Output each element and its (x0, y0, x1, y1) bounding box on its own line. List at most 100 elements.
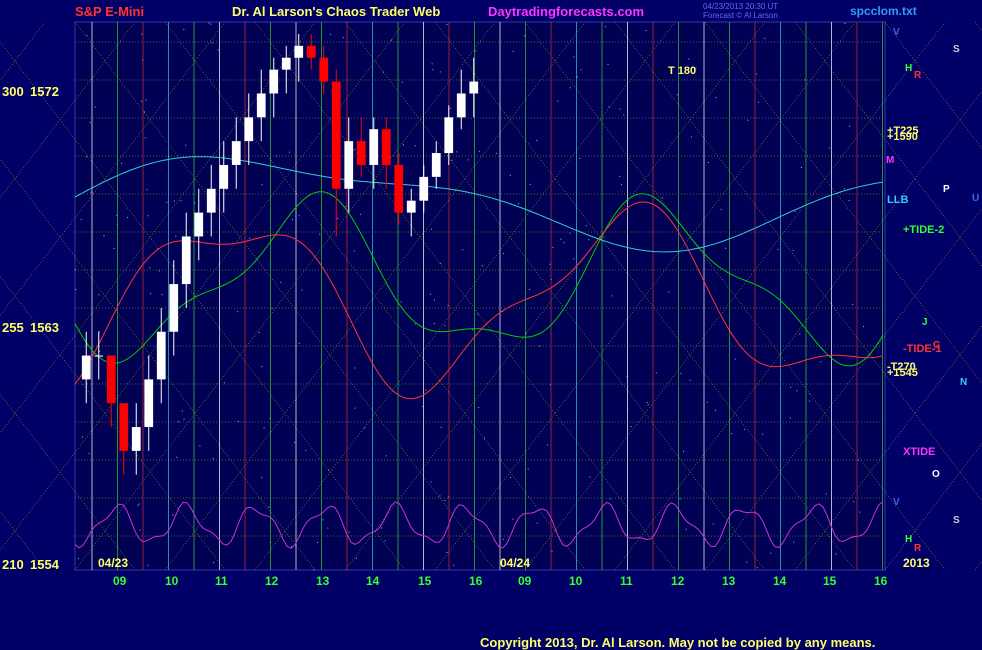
star-dot (630, 426, 632, 428)
grid-diagonal (974, 560, 982, 571)
grid-diagonal (884, 442, 982, 571)
price-bar-body (169, 284, 179, 332)
star-dot (175, 235, 177, 237)
price-bar-body (331, 81, 341, 189)
star-dot (150, 293, 152, 295)
x-tick-14: 14 (366, 574, 380, 588)
x-tick-11: 11 (215, 574, 228, 588)
x-tick-16: 16 (469, 574, 483, 588)
star-dot (271, 308, 273, 310)
star-dot (478, 407, 480, 409)
star-dot (88, 452, 90, 454)
marker-n: N (960, 377, 968, 388)
star-dot (510, 477, 512, 479)
star-dot (712, 523, 714, 525)
star-dot (512, 518, 514, 520)
star-dot (433, 323, 435, 325)
x-tick-16b: 16 (874, 574, 888, 588)
star-dot (430, 481, 432, 483)
star-dot (292, 218, 294, 220)
star-dot (381, 527, 382, 529)
site-link[interactable]: Daytradingforecasts.com (488, 4, 644, 19)
star-dot (475, 50, 477, 52)
star-dot (623, 114, 625, 116)
marker-u: U (972, 193, 980, 204)
marker-v2: V (893, 497, 900, 508)
star-dot (217, 49, 219, 51)
star-dot (762, 433, 764, 435)
star-dot (689, 379, 691, 381)
price-bar-body (144, 379, 154, 428)
price-bar-body (231, 141, 241, 165)
y-label-price-1572: 1572 (30, 84, 59, 99)
star-dot (86, 34, 88, 36)
star-dot (676, 94, 678, 96)
star-dot (835, 553, 837, 555)
marker-c: C (933, 340, 941, 351)
price-bar-body (256, 93, 266, 118)
star-dot (588, 239, 590, 241)
star-dot (777, 248, 779, 250)
star-dot (143, 111, 145, 113)
star-dot (502, 538, 504, 540)
star-dot (141, 100, 143, 102)
star-dot (434, 299, 435, 301)
star-dot (715, 96, 717, 98)
marker-r: R (914, 70, 922, 81)
stamp-line-1: 04/23/2013 20:30 UT (703, 2, 779, 11)
star-dot (145, 99, 147, 101)
star-dot (223, 382, 225, 384)
star-dot (620, 184, 622, 186)
star-dot (98, 294, 100, 296)
star-dot (706, 401, 708, 403)
star-dot (90, 191, 92, 193)
star-dot (89, 122, 91, 124)
star-dot (603, 236, 605, 238)
marker-s: S (953, 44, 960, 55)
x-tick-10b: 10 (569, 574, 583, 588)
star-dot (569, 232, 571, 234)
star-dot (354, 407, 356, 409)
star-dot (793, 541, 795, 543)
star-dot (342, 37, 344, 39)
star-dot (176, 456, 178, 458)
star-dot (431, 63, 433, 65)
star-dot (563, 242, 565, 244)
label-1590: +1590 (887, 131, 918, 143)
star-dot (211, 42, 213, 44)
star-dot (527, 468, 529, 470)
star-dot (113, 247, 115, 249)
x-tick-15: 15 (418, 574, 432, 588)
price-bar-body (394, 164, 404, 213)
x-tick-09: 09 (113, 574, 127, 588)
star-dot (141, 33, 143, 35)
star-dot (731, 433, 733, 435)
grid-diagonal (974, 21, 982, 32)
star-dot (359, 213, 361, 215)
marker-p: P (943, 184, 950, 195)
marker-m: M (886, 155, 895, 166)
star-dot (144, 137, 146, 139)
price-bar-body (244, 117, 254, 142)
star-dot (715, 409, 717, 411)
star-dot (770, 552, 772, 554)
x-tick-09b: 09 (518, 574, 532, 588)
star-dot (316, 541, 318, 543)
star-dot (573, 258, 575, 260)
price-bar-body (281, 57, 291, 70)
star-dot (384, 540, 386, 542)
price-bar-body (431, 153, 441, 177)
star-dot (549, 263, 551, 265)
star-dot (319, 233, 321, 235)
star-dot (820, 361, 822, 363)
file-name: spcclom.txt (850, 4, 917, 18)
star-dot (249, 237, 251, 239)
star-dot (796, 390, 798, 392)
price-bar-body (469, 81, 479, 94)
star-dot (75, 288, 77, 290)
star-dot (147, 564, 149, 566)
star-dot (645, 30, 647, 32)
x-tick-13b: 13 (722, 574, 736, 588)
price-bar-body (94, 355, 104, 357)
star-dot (647, 404, 649, 406)
